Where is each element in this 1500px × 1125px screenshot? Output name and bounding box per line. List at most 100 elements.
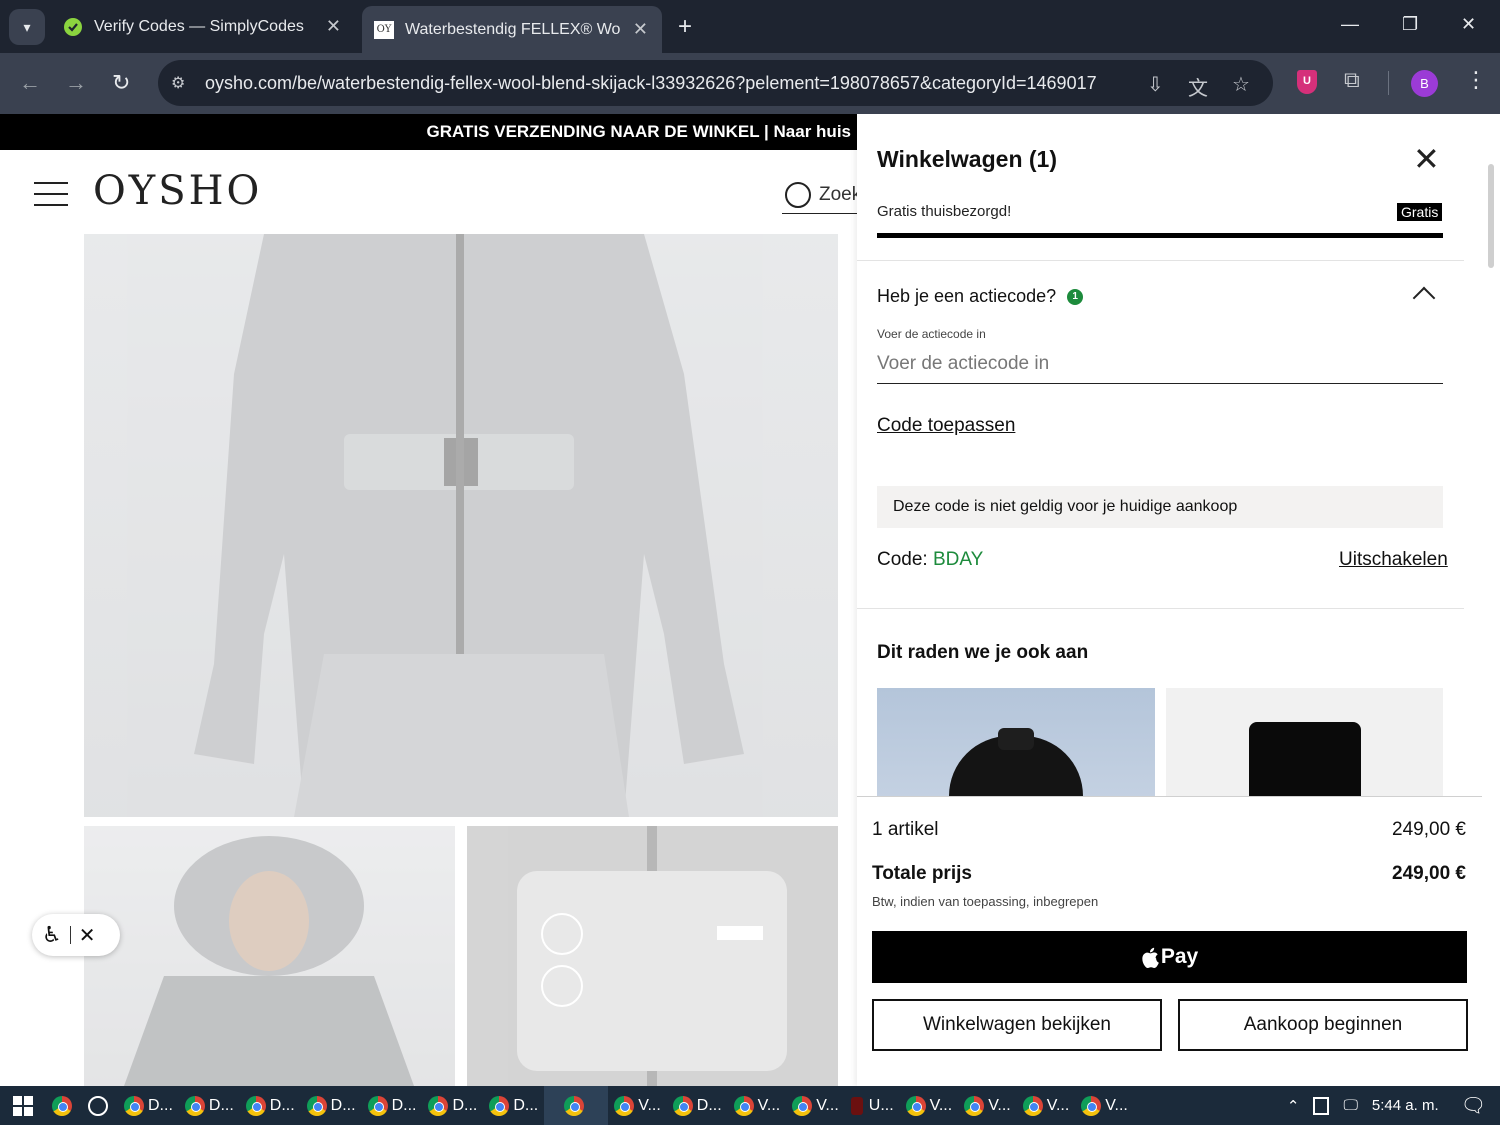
windows-logo-icon bbox=[13, 1095, 33, 1116]
checkout-button[interactable]: Aankoop beginnen bbox=[1178, 999, 1468, 1051]
product-image-label[interactable] bbox=[467, 826, 838, 1086]
divider bbox=[857, 260, 1464, 261]
disable-code-link[interactable]: Uitschakelen bbox=[1339, 549, 1448, 571]
site-settings-icon[interactable]: ⚙ bbox=[171, 73, 191, 93]
promo-code-input[interactable] bbox=[877, 344, 1443, 384]
tab-search-button[interactable]: ▾ bbox=[9, 9, 45, 45]
reload-icon[interactable]: ↻ bbox=[112, 70, 130, 96]
promo-count-badge: 1 bbox=[1067, 288, 1084, 305]
oysho-logo[interactable]: OYSHO bbox=[93, 168, 262, 214]
taskbar-label: D... bbox=[513, 1096, 539, 1114]
web-page: GRATIS VERZENDING NAAR DE WINKEL | Naar … bbox=[0, 114, 1500, 1086]
drawer-scrollbar[interactable] bbox=[1488, 164, 1494, 268]
browser-menu-icon[interactable]: ⋮ bbox=[1465, 67, 1487, 93]
search-field[interactable]: Zoek bbox=[782, 176, 857, 214]
taskbar-whatsapp[interactable] bbox=[82, 1086, 118, 1125]
shorts-image bbox=[1249, 722, 1361, 796]
chevron-up-icon[interactable]: ⌃ bbox=[1287, 1097, 1300, 1115]
taskbar-window[interactable]: D... bbox=[422, 1086, 483, 1125]
back-arrow-icon[interactable]: ← bbox=[19, 70, 41, 96]
taskbar-window[interactable]: D... bbox=[667, 1086, 728, 1125]
close-tab-icon[interactable]: ✕ bbox=[326, 16, 341, 37]
chrome-icon bbox=[792, 1095, 813, 1116]
chrome-icon bbox=[672, 1095, 693, 1116]
extensions-puzzle-icon[interactable]: ⧉ bbox=[1344, 67, 1360, 93]
close-tab-icon[interactable]: ✕ bbox=[633, 19, 648, 40]
windows-taskbar: D... D... D... D... D... D... D... V... … bbox=[0, 1086, 1500, 1125]
accessibility-person-icon[interactable]: ♿ bbox=[42, 922, 62, 948]
apple-pay-label: Pay bbox=[1160, 945, 1199, 968]
bookmark-star-icon[interactable]: ☆ bbox=[1232, 72, 1250, 97]
profile-avatar[interactable]: B bbox=[1411, 70, 1438, 97]
taskbar-label: V... bbox=[757, 1096, 781, 1114]
taskbar-window[interactable]: D... bbox=[240, 1086, 301, 1125]
taskbar-window[interactable]: U... bbox=[845, 1086, 900, 1125]
product-image-hood[interactable] bbox=[84, 826, 455, 1086]
taskbar-window-active[interactable] bbox=[544, 1086, 609, 1125]
restore-icon[interactable]: ❐ bbox=[1402, 14, 1418, 35]
close-window-icon[interactable]: ✕ bbox=[1461, 14, 1476, 35]
address-bar[interactable]: ⚙ oysho.com/be/waterbestendig-fellex-woo… bbox=[158, 60, 1273, 106]
divider bbox=[857, 608, 1464, 609]
network-icon[interactable]: 🖵 bbox=[1343, 1097, 1357, 1114]
taskbar-window[interactable]: V... bbox=[608, 1086, 667, 1125]
code-value: BDAY bbox=[932, 549, 984, 570]
taskbar-window[interactable]: V... bbox=[900, 1086, 959, 1125]
taskbar-window[interactable]: D... bbox=[118, 1086, 179, 1125]
taskbar-window[interactable]: D... bbox=[483, 1086, 544, 1125]
tab-oysho[interactable]: OY Waterbestendig FELLEX® Wool ✕ bbox=[362, 6, 662, 53]
chrome-icon bbox=[905, 1095, 926, 1116]
chevron-up-icon[interactable] bbox=[1412, 286, 1436, 310]
taskbar-label: V... bbox=[988, 1096, 1011, 1114]
shipping-progress-bar bbox=[877, 233, 1443, 238]
product-image-main[interactable] bbox=[84, 234, 838, 817]
chrome-icon bbox=[964, 1095, 985, 1116]
new-tab-icon[interactable]: + bbox=[678, 13, 692, 41]
code-label: Code: bbox=[877, 549, 928, 570]
shield-extension-icon[interactable]: U bbox=[1297, 70, 1317, 94]
notifications-icon[interactable]: 🗨 bbox=[1461, 1093, 1486, 1118]
taskbar-label: D... bbox=[330, 1096, 356, 1114]
clock[interactable]: 5:44 a. m. bbox=[1372, 1097, 1439, 1114]
chrome-icon bbox=[245, 1095, 266, 1116]
taskbar-window[interactable]: V... bbox=[1017, 1086, 1076, 1125]
battery-icon[interactable] bbox=[1313, 1096, 1330, 1115]
widget-divider bbox=[69, 926, 71, 944]
taskbar-label: V... bbox=[1105, 1096, 1128, 1114]
apply-code-link[interactable]: Code toepassen bbox=[877, 415, 1015, 437]
taskbar-chrome[interactable] bbox=[46, 1086, 82, 1125]
taskbar-window[interactable]: D... bbox=[179, 1086, 240, 1125]
taskbar-window[interactable]: D... bbox=[362, 1086, 423, 1125]
close-icon[interactable]: ✕ bbox=[79, 923, 96, 948]
taskbar-label: V... bbox=[816, 1096, 839, 1114]
chevron-down-icon: ▾ bbox=[23, 18, 31, 35]
promo-code-toggle[interactable]: Heb je een actiecode? 1 bbox=[877, 286, 1084, 307]
total-row: Totale prijs 249,00 € bbox=[872, 863, 1466, 885]
promo-banner[interactable]: GRATIS VERZENDING NAAR DE WINKEL | Naar … bbox=[0, 114, 857, 150]
url-text[interactable]: oysho.com/be/waterbestendig-fellex-wool-… bbox=[205, 73, 1120, 94]
taskbar-window[interactable]: V... bbox=[1075, 1086, 1134, 1125]
taskbar-window[interactable]: V... bbox=[728, 1086, 787, 1125]
forward-arrow-icon[interactable]: → bbox=[65, 70, 87, 96]
close-cart-icon[interactable]: ✕ bbox=[1413, 143, 1440, 175]
start-button[interactable] bbox=[0, 1086, 46, 1125]
view-cart-button[interactable]: Winkelwagen bekijken bbox=[872, 999, 1162, 1051]
items-price: 249,00 € bbox=[1392, 819, 1466, 840]
minimize-icon[interactable]: — bbox=[1341, 14, 1359, 35]
accessibility-widget[interactable]: ♿ ✕ bbox=[32, 914, 120, 956]
apple-pay-button[interactable]: Pay bbox=[872, 931, 1467, 983]
recommended-product-shorts[interactable] bbox=[1166, 688, 1443, 796]
recommended-product-sweater[interactable] bbox=[877, 688, 1155, 796]
apple-logo-icon bbox=[1142, 947, 1159, 968]
oysho-favicon-icon: OY bbox=[374, 20, 394, 40]
total-label: Totale prijs bbox=[872, 863, 972, 884]
cart-scroll-area[interactable]: Gratis thuisbezorgd! Gratis Heb je een a… bbox=[857, 194, 1482, 796]
browser-toolbar: ← → ↻ ⚙ oysho.com/be/waterbestendig-fell… bbox=[0, 53, 1500, 114]
taskbar-window[interactable]: V... bbox=[958, 1086, 1017, 1125]
taskbar-window[interactable]: V... bbox=[786, 1086, 845, 1125]
translate-icon[interactable]: 文 bbox=[1188, 72, 1208, 101]
install-app-icon[interactable]: ⇩ bbox=[1147, 72, 1164, 97]
tab-simplycodes[interactable]: Verify Codes — SimplyCodes ✕ bbox=[60, 8, 355, 45]
taskbar-window[interactable]: D... bbox=[301, 1086, 362, 1125]
menu-hamburger-icon[interactable] bbox=[34, 182, 68, 206]
